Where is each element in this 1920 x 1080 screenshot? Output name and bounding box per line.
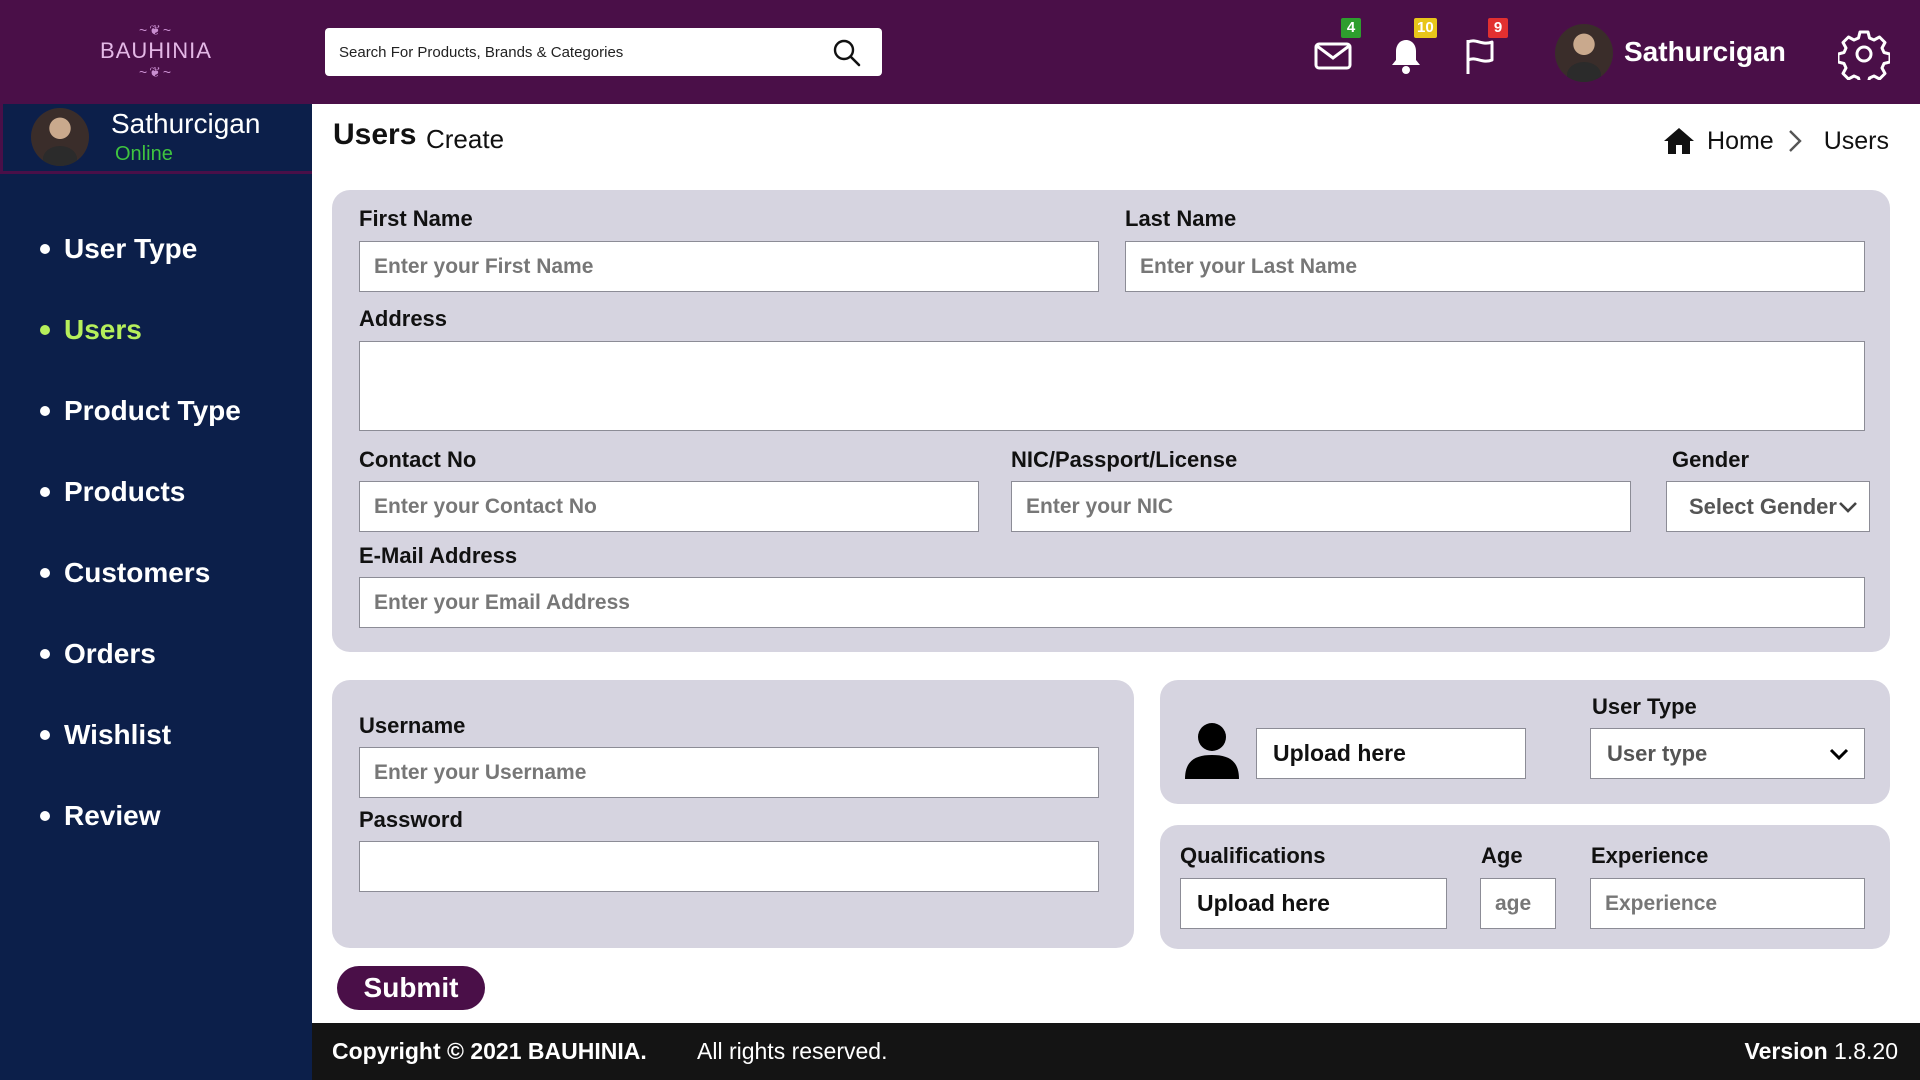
top-user-name[interactable]: Sathurcigan bbox=[1624, 36, 1786, 68]
gender-select-value: Select Gender bbox=[1689, 493, 1837, 519]
sidebar-user-name: Sathurcigan bbox=[111, 108, 261, 139]
chevron-down-icon bbox=[1839, 501, 1857, 513]
sidebar-item-user-type[interactable]: User Type bbox=[0, 208, 312, 289]
qualifications-label: Qualifications bbox=[1180, 843, 1326, 868]
username-field[interactable] bbox=[359, 747, 1099, 798]
search-input[interactable] bbox=[339, 28, 819, 76]
password-label: Password bbox=[359, 807, 463, 832]
sidebar-item-product-type[interactable]: Product Type bbox=[0, 370, 312, 451]
footer: Copyright © 2021 BAUHINIA. All rights re… bbox=[312, 1023, 1920, 1080]
email-field[interactable] bbox=[359, 577, 1865, 628]
notifications-badge: 10 bbox=[1414, 18, 1437, 38]
breadcrumb-current: Users bbox=[1823, 126, 1889, 155]
footer-version-value: 1.8.20 bbox=[1834, 1038, 1898, 1064]
user-avatar-icon bbox=[1185, 723, 1239, 779]
nic-field[interactable] bbox=[1011, 481, 1631, 532]
top-user-avatar[interactable] bbox=[1555, 24, 1613, 82]
contact-field[interactable] bbox=[359, 481, 979, 532]
logo-ornament-bottom: ~❦~ bbox=[138, 64, 174, 80]
search-icon[interactable] bbox=[832, 38, 862, 68]
page-title: Users bbox=[333, 118, 417, 151]
last-name-field[interactable] bbox=[1125, 241, 1865, 292]
sidebar-user-status: Online bbox=[115, 143, 173, 165]
contact-label: Contact No bbox=[359, 447, 477, 472]
brand-logo[interactable]: ~❦~ BAUHINIA ~❦~ bbox=[100, 22, 212, 82]
mail-button[interactable]: 4 bbox=[1313, 18, 1361, 74]
user-type-select[interactable]: User type bbox=[1590, 728, 1865, 779]
sidebar-item-users[interactable]: Users bbox=[0, 289, 312, 370]
qualifications-upload-button[interactable]: Upload here bbox=[1180, 878, 1447, 929]
logo-text: BAUHINIA bbox=[100, 38, 212, 63]
email-label: E-Mail Address bbox=[359, 543, 518, 568]
address-label: Address bbox=[359, 306, 448, 331]
sidebar-nav: User Type Users Product Type Products Cu… bbox=[0, 208, 312, 856]
first-name-field[interactable] bbox=[359, 241, 1099, 292]
gender-select[interactable]: Select Gender bbox=[1666, 481, 1870, 532]
footer-version: Version 1.8.20 bbox=[1745, 1038, 1898, 1065]
last-name-label: Last Name bbox=[1125, 206, 1237, 231]
sidebar-item-wishlist[interactable]: Wishlist bbox=[0, 694, 312, 775]
user-type-label: User Type bbox=[1592, 694, 1697, 719]
logo-ornament-top: ~❦~ bbox=[138, 22, 174, 38]
chevron-down-icon bbox=[1829, 748, 1849, 760]
flags-button[interactable]: 9 bbox=[1460, 18, 1508, 74]
username-label: Username bbox=[359, 713, 466, 738]
sidebar-item-review[interactable]: Review bbox=[0, 775, 312, 856]
footer-copyright: Copyright © 2021 BAUHINIA. bbox=[332, 1038, 647, 1064]
submit-button[interactable]: Submit bbox=[337, 966, 485, 1010]
bell-icon bbox=[1392, 40, 1420, 74]
footer-version-label: Version bbox=[1744, 1038, 1828, 1064]
sidebar-user-panel: Sathurcigan Online bbox=[0, 104, 312, 174]
mail-badge: 4 bbox=[1341, 18, 1361, 38]
experience-label: Experience bbox=[1591, 843, 1709, 868]
breadcrumb-home[interactable]: Home bbox=[1707, 127, 1774, 156]
mail-icon bbox=[1314, 42, 1352, 70]
gender-label: Gender bbox=[1672, 447, 1750, 472]
nic-label: NIC/Passport/License bbox=[1011, 447, 1238, 472]
sidebar-avatar bbox=[31, 108, 89, 166]
address-field[interactable] bbox=[359, 341, 1865, 431]
gear-icon[interactable] bbox=[1838, 28, 1890, 80]
flag-icon bbox=[1466, 39, 1494, 74]
photo-upload-button[interactable]: Upload here bbox=[1256, 728, 1526, 779]
password-field[interactable] bbox=[359, 841, 1099, 892]
age-field[interactable] bbox=[1480, 878, 1556, 929]
page-subtitle: Create bbox=[426, 124, 505, 154]
footer-rights: All rights reserved. bbox=[697, 1038, 888, 1064]
chevron-right-icon bbox=[1788, 130, 1802, 152]
sidebar-item-customers[interactable]: Customers bbox=[0, 532, 312, 613]
home-icon[interactable] bbox=[1663, 126, 1695, 156]
sidebar-item-orders[interactable]: Orders bbox=[0, 613, 312, 694]
user-type-select-value: User type bbox=[1607, 740, 1708, 766]
sidebar: Sathurcigan Online User Type Users Produ… bbox=[0, 104, 312, 1080]
sidebar-item-products[interactable]: Products bbox=[0, 451, 312, 532]
experience-field[interactable] bbox=[1590, 878, 1865, 929]
notifications-button[interactable]: 10 bbox=[1386, 18, 1437, 74]
search-bar bbox=[325, 28, 882, 76]
age-label: Age bbox=[1481, 843, 1523, 868]
first-name-label: First Name bbox=[359, 206, 473, 231]
top-navbar: ~❦~ BAUHINIA ~❦~ 4 10 9 Sathurcigan bbox=[0, 0, 1920, 104]
flags-badge: 9 bbox=[1488, 18, 1508, 38]
breadcrumb: Home Users bbox=[1663, 124, 1889, 158]
